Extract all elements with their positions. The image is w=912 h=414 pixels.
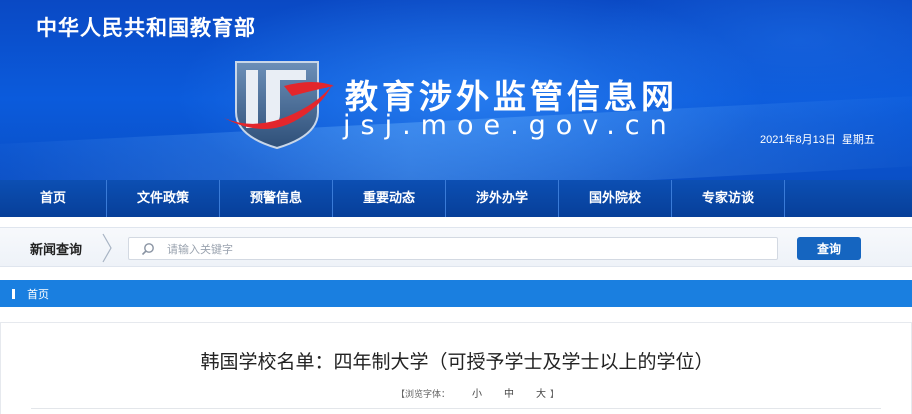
font-size-close: 】: [550, 390, 560, 400]
nav-item-home[interactable]: 首页: [0, 180, 107, 217]
font-size-medium[interactable]: 中: [504, 389, 514, 400]
nav-item-policy[interactable]: 文件政策: [107, 180, 220, 217]
article-title: 韩国学校名单：四年制大学（可授予学士及学士以上的学位）: [200, 351, 714, 373]
search-box: [128, 237, 778, 260]
site-banner: 中华人民共和国教育部 教育涉外监管信息网 jsj.moe.gov.cn 2021…: [0, 0, 912, 180]
site-url[interactable]: jsj.moe.gov.cn: [343, 110, 677, 141]
nav-item-overseas-institutions[interactable]: 国外院校: [559, 180, 672, 217]
breadcrumb: 首页: [0, 280, 912, 307]
font-size-selector: 【浏览字体： 小 中 大】: [396, 385, 559, 400]
font-size-large[interactable]: 大: [536, 389, 546, 400]
news-search-label: 新闻查询: [30, 243, 83, 258]
search-button[interactable]: 查询: [797, 237, 861, 260]
font-size-label: 【浏览字体：: [396, 390, 451, 400]
chevron-right-icon: [102, 233, 112, 263]
nav-item-foreign-schools[interactable]: 涉外办学: [446, 180, 559, 217]
breadcrumb-home-link[interactable]: 首页: [27, 286, 49, 302]
breadcrumb-marker: [12, 289, 15, 299]
jsj-shield-logo-icon[interactable]: [222, 56, 342, 152]
news-search-bar: 新闻查询 查询: [0, 227, 912, 267]
date-text: 2021年8月13日: [760, 134, 836, 146]
nav-item-warnings[interactable]: 预警信息: [220, 180, 333, 217]
article-divider: [31, 408, 881, 409]
weekday-text: 星期五: [841, 134, 875, 146]
current-date: 2021年8月13日 星期五: [760, 131, 881, 147]
main-nav: 首页 文件政策 预警信息 重要动态 涉外办学 国外院校 专家访谈: [0, 180, 912, 217]
nav-item-news[interactable]: 重要动态: [333, 180, 446, 217]
nav-item-expert-interviews[interactable]: 专家访谈: [672, 180, 785, 217]
font-size-small[interactable]: 小: [472, 389, 482, 400]
search-input[interactable]: [167, 240, 767, 258]
article-panel: 韩国学校名单：四年制大学（可授予学士及学士以上的学位） 【浏览字体： 小 中 大】: [0, 322, 912, 414]
ministry-name[interactable]: 中华人民共和国教育部: [36, 12, 256, 42]
search-icon: [141, 243, 154, 256]
